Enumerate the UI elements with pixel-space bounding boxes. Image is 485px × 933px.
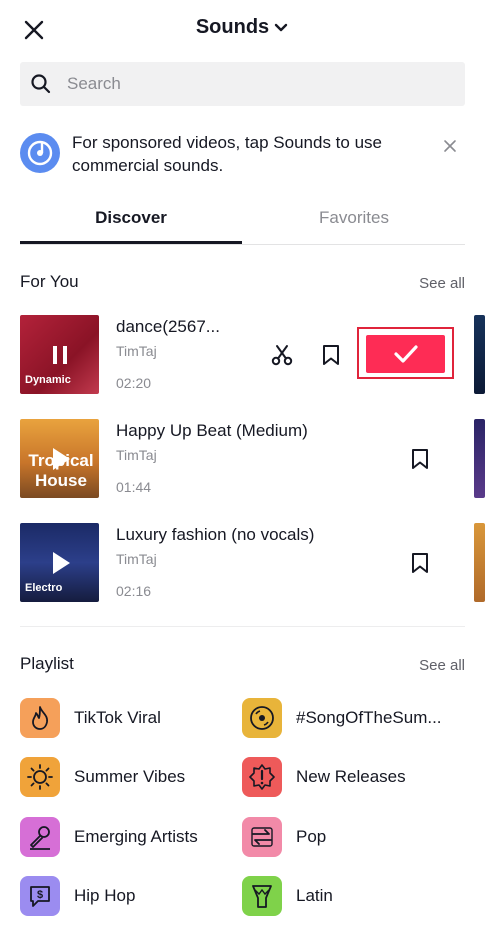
playlist-item-song-of-the-summer[interactable]: #SongOfTheSum... xyxy=(242,698,442,738)
playlist-see-all-link[interactable]: See all xyxy=(419,657,465,674)
track-title: Happy Up Beat (Medium) xyxy=(116,421,308,440)
scissors-icon xyxy=(271,345,293,366)
track-title: dance(2567... xyxy=(116,317,220,336)
playlist-item-emerging-artists[interactable]: Emerging Artists xyxy=(20,817,198,857)
track-cover-dynamic[interactable]: Dynamic xyxy=(20,315,99,394)
playlist-label: Hip Hop xyxy=(74,886,136,905)
tab-discover[interactable]: Discover xyxy=(20,208,242,228)
next-cover-peek xyxy=(474,315,485,394)
cover-label: Tropical House xyxy=(28,451,94,490)
track-duration: 01:44 xyxy=(116,479,152,495)
tab-divider xyxy=(20,244,465,245)
playlist-label: Pop xyxy=(296,827,327,846)
play-icon xyxy=(53,552,70,574)
track-artist: TimTaj xyxy=(116,551,157,567)
cover-label: Electro xyxy=(25,582,63,594)
sun-icon xyxy=(20,757,60,797)
dollar-chat-icon: $ xyxy=(20,876,60,916)
repeat-arrows-icon xyxy=(242,817,282,857)
bookmark-button[interactable] xyxy=(410,552,430,579)
track-duration: 02:20 xyxy=(116,375,152,391)
next-cover-peek xyxy=(474,419,485,498)
playlist-title: Playlist xyxy=(20,654,74,673)
playlist-label: Emerging Artists xyxy=(74,827,198,846)
track-artist: TimTaj xyxy=(116,343,157,359)
sponsored-notice: For sponsored videos, tap Sounds to use … xyxy=(72,131,422,177)
chevron-down-icon xyxy=(274,23,288,31)
playlist-label: Summer Vibes xyxy=(74,767,186,786)
bookmark-button[interactable] xyxy=(410,448,430,475)
bookmark-icon xyxy=(323,345,339,365)
playlist-label: New Releases xyxy=(296,767,406,786)
pause-icon xyxy=(53,346,67,364)
search-icon xyxy=(31,74,51,94)
track-cover-tropical-house[interactable]: Tropical House xyxy=(20,419,99,498)
dismiss-notice-button[interactable] xyxy=(440,136,460,156)
trim-button[interactable] xyxy=(270,343,294,372)
alert-badge-icon xyxy=(242,757,282,797)
music-disc-icon xyxy=(20,133,60,173)
for-you-title: For You xyxy=(20,272,79,291)
bookmark-button[interactable] xyxy=(321,344,341,371)
bookmark-icon xyxy=(412,553,428,573)
page-title: Sounds xyxy=(0,16,485,39)
checkmark-icon xyxy=(393,345,418,363)
track-title: Luxury fashion (no vocals) xyxy=(116,525,315,544)
tab-indicator xyxy=(20,241,242,244)
playlist-label: #SongOfTheSum... xyxy=(296,708,442,727)
track-duration: 02:16 xyxy=(116,583,152,599)
for-you-see-all-link[interactable]: See all xyxy=(419,275,465,292)
search-bar[interactable] xyxy=(20,62,465,106)
use-sound-button[interactable] xyxy=(366,335,445,373)
playlist-label: TikTok Viral xyxy=(74,708,161,727)
playlist-item-pop[interactable]: Pop xyxy=(242,817,326,857)
playlist-item-latin[interactable]: Latin xyxy=(242,876,333,916)
vinyl-icon xyxy=(242,698,282,738)
notice-sounds-link: Sounds xyxy=(273,133,331,152)
svg-text:$: $ xyxy=(37,889,43,901)
track-artist: TimTaj xyxy=(116,447,157,463)
cover-label: Dynamic xyxy=(25,374,71,386)
next-cover-peek xyxy=(474,523,485,602)
page-title-text: Sounds xyxy=(195,16,270,38)
flame-icon xyxy=(20,698,60,738)
track-cover-electro[interactable]: Electro xyxy=(20,523,99,602)
playlist-label: Latin xyxy=(296,886,333,905)
playlist-item-new-releases[interactable]: New Releases xyxy=(242,757,406,797)
tab-favorites[interactable]: Favorites xyxy=(243,208,465,228)
microphone-icon xyxy=(20,817,60,857)
drum-icon xyxy=(242,876,282,916)
section-divider xyxy=(20,626,465,627)
playlist-item-summer-vibes[interactable]: Summer Vibes xyxy=(20,757,185,797)
search-input[interactable] xyxy=(65,73,449,95)
bookmark-icon xyxy=(412,449,428,469)
notice-text: For sponsored videos, tap xyxy=(72,133,274,152)
playlist-item-hip-hop[interactable]: $ Hip Hop xyxy=(20,876,135,916)
close-icon xyxy=(444,140,456,152)
sounds-dropdown[interactable]: Sounds xyxy=(196,16,289,39)
playlist-item-tiktok-viral[interactable]: TikTok Viral xyxy=(20,698,161,738)
